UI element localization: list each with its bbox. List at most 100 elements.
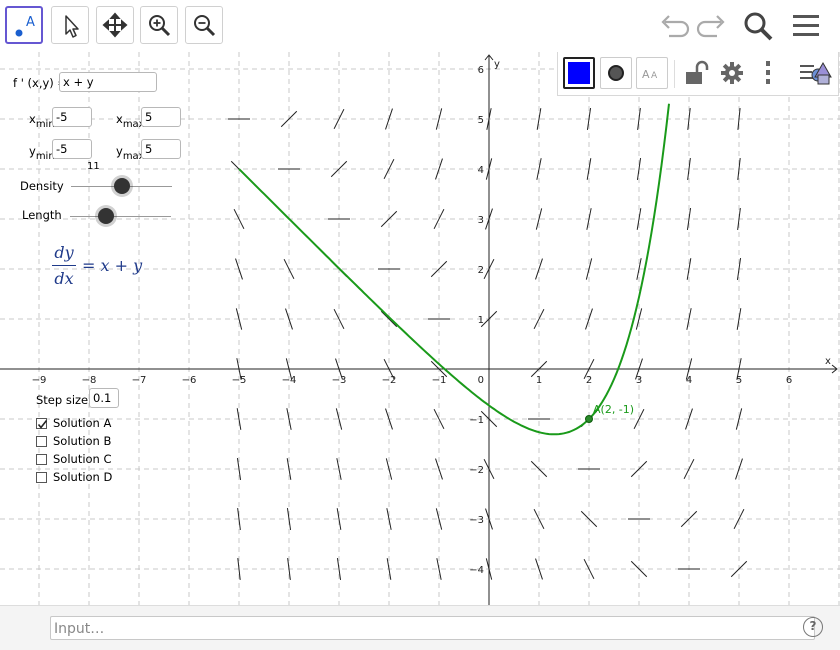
undo-icon[interactable] [659, 10, 691, 42]
move-tool-button[interactable] [51, 6, 89, 44]
point-a [586, 416, 593, 423]
cursor-arrow-icon [52, 7, 88, 43]
x-tick-label: −5 [232, 375, 247, 386]
checkmark-icon [37, 419, 48, 430]
input-bar-area: Input… ? [0, 605, 840, 650]
x-tick-label: −4 [282, 375, 297, 386]
ymin-label: ymin [29, 144, 55, 158]
ymin-label-text: y [29, 144, 36, 158]
solution-label: Solution A [53, 416, 111, 430]
density-slider-knob[interactable] [114, 178, 130, 194]
color-swatch [568, 62, 590, 84]
menu-icon[interactable] [790, 10, 822, 42]
origin-label: 0 [478, 375, 484, 386]
label-style-button[interactable]: A A [636, 57, 668, 89]
point-tool-button[interactable]: A [5, 6, 43, 44]
help-button[interactable]: ? [803, 617, 823, 637]
density-value: 11 [87, 161, 100, 172]
xmax-label-text: x [116, 112, 123, 126]
fraction-bar [52, 265, 76, 266]
equation-rhs: = x + y [82, 256, 142, 275]
x-tick-label: 1 [536, 375, 542, 386]
equation-denominator: dx [52, 269, 76, 288]
separator [674, 60, 675, 88]
y-tick-label: −4 [469, 565, 484, 576]
zoom-out-icon [186, 7, 222, 43]
x-tick-label: 2 [586, 375, 592, 386]
svg-text:A: A [642, 68, 650, 81]
point-style-icon [601, 58, 631, 88]
y-axis-label: y [494, 59, 500, 70]
solution-label: Solution B [53, 434, 111, 448]
y-tick-label: 6 [478, 65, 484, 76]
grid [0, 52, 840, 605]
x-axis-label: x [825, 356, 831, 367]
redo-icon[interactable] [695, 10, 727, 42]
graphics-view[interactable]: −9−8−7−6−5−4−3−2−1123456654321−1−2−3−40x… [0, 52, 840, 605]
point-icon: A [7, 8, 43, 44]
xmin-label: xmin [29, 112, 55, 126]
step-size-input[interactable]: 0.1 [89, 388, 119, 408]
y-tick-label: −3 [469, 515, 484, 526]
equation-numerator: dy [52, 243, 76, 262]
solution-label: Solution D [53, 470, 112, 484]
x-tick-label: −3 [332, 375, 347, 386]
svg-text:A: A [26, 15, 35, 30]
solution-checkbox[interactable] [36, 436, 47, 447]
y-tick-label: −1 [469, 415, 484, 426]
x-tick-label: −7 [132, 375, 147, 386]
ymax-input[interactable]: 5 [141, 139, 181, 159]
density-label: Density [20, 179, 64, 193]
gear-icon [716, 57, 748, 89]
more-options-button[interactable] [752, 57, 784, 89]
solution-checkbox[interactable] [36, 418, 47, 429]
algebra-input[interactable]: Input… [50, 616, 815, 640]
length-slider-track[interactable] [70, 216, 171, 217]
x-tick-label: −9 [32, 375, 47, 386]
y-tick-label: 3 [478, 215, 484, 226]
solution-label: Solution C [53, 452, 112, 466]
point-style-button[interactable] [600, 57, 632, 89]
y-tick-label: 4 [478, 165, 484, 176]
zoom-in-icon [141, 7, 177, 43]
move-graphics-view-button[interactable] [96, 6, 134, 44]
toggle-style-bar-button[interactable] [798, 57, 834, 89]
step-size-label: Step size: [36, 393, 92, 407]
axes: −9−8−7−6−5−4−3−2−1123456654321−1−2−3−40x… [0, 55, 837, 605]
solution-checkbox[interactable] [36, 472, 47, 483]
y-tick-label: 5 [478, 115, 484, 126]
ymax-label-text: y [116, 144, 123, 158]
x-tick-label: 3 [636, 375, 642, 386]
x-tick-label: −8 [82, 375, 97, 386]
settings-button[interactable] [716, 57, 748, 89]
x-tick-label: −2 [382, 375, 397, 386]
x-tick-label: −1 [432, 375, 447, 386]
x-tick-label: 5 [736, 375, 742, 386]
x-tick-label: 6 [786, 375, 792, 386]
move-arrows-icon [97, 7, 133, 43]
toolbar: A [0, 0, 840, 52]
length-label: Length [22, 208, 62, 222]
x-tick-label: −6 [182, 375, 197, 386]
xmin-input[interactable]: -5 [52, 107, 92, 127]
color-button[interactable] [563, 57, 595, 89]
style-bar-toggle-icon [798, 57, 834, 89]
svg-text:A: A [651, 71, 658, 81]
y-tick-label: −2 [469, 465, 484, 476]
y-tick-label: 1 [478, 315, 484, 326]
lock-button[interactable] [680, 57, 712, 89]
point-a-label: A(2, -1) [593, 403, 634, 416]
zoom-in-button[interactable] [140, 6, 178, 44]
input-placeholder: Input… [54, 621, 104, 637]
fprime-input[interactable]: x + y [59, 72, 157, 92]
zoom-out-button[interactable] [185, 6, 223, 44]
search-icon[interactable] [742, 10, 774, 42]
xmin-label-text: x [29, 112, 36, 126]
y-tick-label: 2 [478, 265, 484, 276]
xmax-input[interactable]: 5 [141, 107, 181, 127]
ymin-input[interactable]: -5 [52, 139, 92, 159]
label-style-icon: A A [637, 58, 667, 88]
slope-field [228, 108, 747, 580]
style-bar: A A [557, 52, 839, 96]
solution-checkbox[interactable] [36, 454, 47, 465]
